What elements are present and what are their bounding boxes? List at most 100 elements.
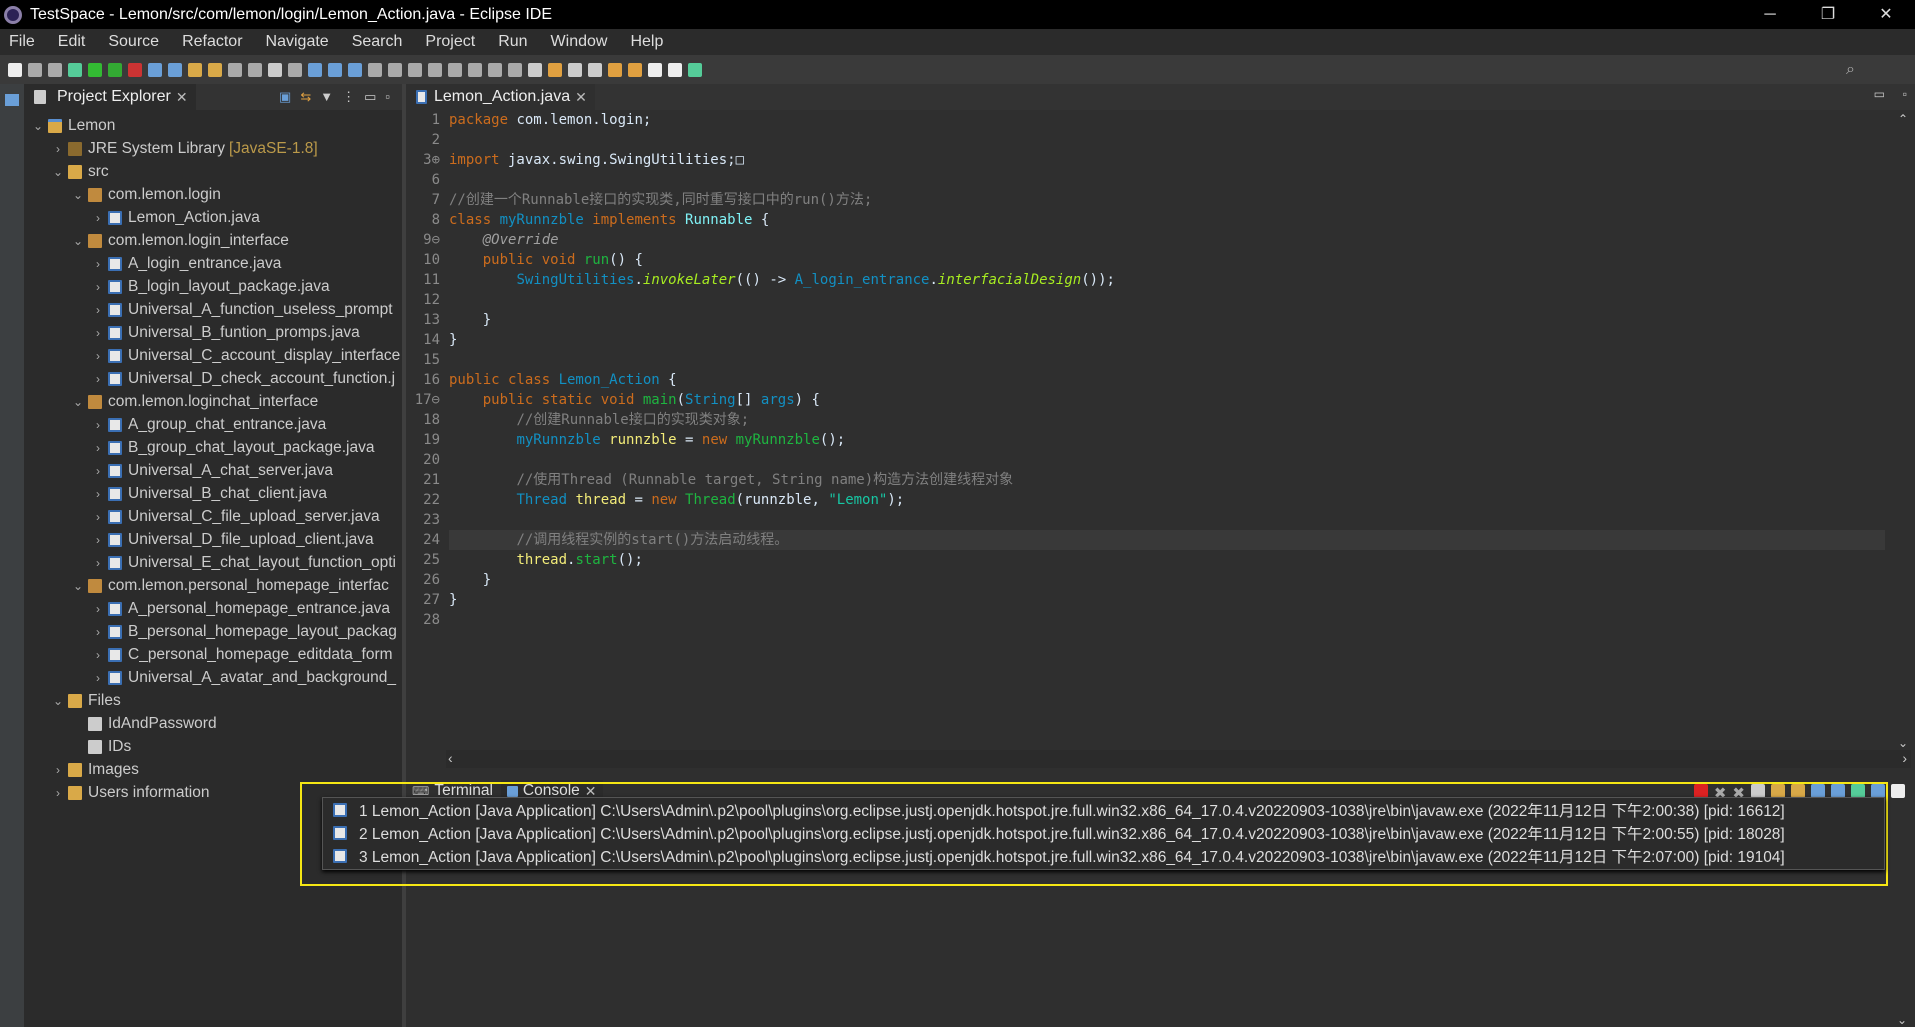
toolbar-button-icon[interactable] — [308, 62, 322, 77]
toolbar-button-icon[interactable] — [8, 62, 22, 77]
tree-item[interactable]: › Universal_A_avatar_and_background_ — [24, 666, 402, 689]
tree-item[interactable]: ⌄ com.lemon.loginchat_interface — [24, 390, 402, 413]
expand-chevron-icon[interactable]: › — [90, 648, 106, 662]
toolbar-button-icon[interactable] — [208, 62, 222, 77]
tree-item[interactable]: › Universal_C_file_upload_server.java — [24, 505, 402, 528]
toolbar-button-icon[interactable] — [568, 62, 582, 77]
minimize-view-icon[interactable]: ▭ — [364, 89, 376, 105]
restore-button[interactable]: ❐ — [1799, 0, 1857, 29]
tree-item[interactable]: ⌄ src — [24, 160, 402, 183]
expand-chevron-icon[interactable]: › — [90, 464, 106, 478]
toolbar-button-icon[interactable] — [188, 62, 202, 77]
expand-chevron-icon[interactable]: › — [90, 326, 106, 340]
toolbar-button-icon[interactable] — [688, 62, 702, 77]
tree-item[interactable]: › Universal_A_chat_server.java — [24, 459, 402, 482]
expand-chevron-icon[interactable]: › — [90, 556, 106, 570]
toolbar-button-icon[interactable] — [228, 62, 242, 77]
tree-item[interactable]: › B_login_layout_package.java — [24, 275, 402, 298]
expand-chevron-icon[interactable]: › — [90, 487, 106, 501]
tree-item[interactable]: › Universal_B_chat_client.java — [24, 482, 402, 505]
menu-window[interactable]: Window — [542, 33, 622, 51]
collapse-chevron-icon[interactable]: ⌄ — [70, 579, 86, 593]
expand-chevron-icon[interactable]: › — [90, 671, 106, 685]
tree-item[interactable]: › Images — [24, 758, 402, 781]
toolbar-button-icon[interactable] — [168, 62, 182, 77]
toolbar-button-icon[interactable] — [388, 62, 402, 77]
expand-chevron-icon[interactable]: › — [50, 763, 66, 777]
minimize-editor-icon[interactable]: ▭ — [1874, 87, 1885, 101]
open-console-icon[interactable] — [1891, 784, 1905, 798]
tree-item[interactable]: › A_login_entrance.java — [24, 252, 402, 275]
toolbar-button-icon[interactable] — [288, 62, 302, 77]
scroll-up-icon[interactable]: ⌃ — [1891, 112, 1915, 126]
toolbar-button-icon[interactable] — [88, 62, 102, 77]
toolbar-button-icon[interactable] — [588, 62, 602, 77]
tree-item[interactable]: › A_personal_homepage_entrance.java — [24, 597, 402, 620]
tree-item[interactable]: › Universal_D_file_upload_client.java — [24, 528, 402, 551]
scroll-right-icon[interactable]: › — [1902, 750, 1907, 766]
expand-chevron-icon[interactable]: › — [90, 257, 106, 271]
tree-item[interactable]: › Universal_E_chat_layout_function_opti — [24, 551, 402, 574]
expand-chevron-icon[interactable]: › — [90, 303, 106, 317]
scroll-down-icon[interactable]: ⌄ — [1891, 736, 1915, 750]
menu-run[interactable]: Run — [489, 33, 541, 51]
collapse-chevron-icon[interactable]: ⌄ — [70, 395, 86, 409]
expand-chevron-icon[interactable]: › — [90, 510, 106, 524]
tree-item[interactable]: ⌄ com.lemon.login — [24, 183, 402, 206]
menu-navigate[interactable]: Navigate — [257, 33, 343, 51]
toolbar-button-icon[interactable] — [468, 62, 482, 77]
launch-item[interactable]: 2 Lemon_Action [Java Application] C:\Use… — [323, 822, 1884, 844]
tree-item[interactable]: › B_group_chat_layout_package.java — [24, 436, 402, 459]
toolbar-button-icon[interactable] — [28, 62, 42, 77]
toolbar-button-icon[interactable] — [368, 62, 382, 77]
collapse-chevron-icon[interactable]: ⌄ — [50, 165, 66, 179]
expand-chevron-icon[interactable]: › — [90, 533, 106, 547]
maximize-view-icon[interactable]: ▫ — [385, 89, 390, 105]
toolbar-button-icon[interactable] — [348, 62, 362, 77]
tree-item[interactable]: › Universal_A_function_useless_prompt — [24, 298, 402, 321]
toolbar-button-icon[interactable] — [648, 62, 662, 77]
tree-item[interactable]: ⌄ com.lemon.personal_homepage_interfac — [24, 574, 402, 597]
launch-item[interactable]: 3 Lemon_Action [Java Application] C:\Use… — [323, 845, 1884, 867]
tree-item[interactable]: › C_personal_homepage_editdata_form — [24, 643, 402, 666]
expand-chevron-icon[interactable]: › — [50, 142, 66, 156]
expand-chevron-icon[interactable]: › — [90, 441, 106, 455]
tree-item[interactable]: › Universal_D_check_account_function.j — [24, 367, 402, 390]
collapse-chevron-icon[interactable]: ⌄ — [70, 188, 86, 202]
toolbar-button-icon[interactable] — [148, 62, 162, 77]
toolbar-button-icon[interactable] — [428, 62, 442, 77]
expand-chevron-icon[interactable]: › — [90, 349, 106, 363]
scroll-down-icon[interactable]: ⌄ — [1897, 1013, 1907, 1027]
expand-chevron-icon[interactable]: › — [90, 418, 106, 432]
toolbar-button-icon[interactable] — [668, 62, 682, 77]
menu-project[interactable]: Project — [416, 33, 489, 51]
tree-item[interactable]: IdAndPassword — [24, 712, 402, 735]
tree-item[interactable]: › A_group_chat_entrance.java — [24, 413, 402, 436]
collapse-all-icon[interactable]: ▣ — [279, 89, 291, 105]
tree-item[interactable]: IDs — [24, 735, 402, 758]
toolbar-button-icon[interactable] — [48, 62, 62, 77]
filter-icon[interactable]: ▼ — [320, 89, 333, 105]
maximize-editor-icon[interactable]: ▫ — [1903, 87, 1907, 101]
console-vertical-scrollbar[interactable]: ⌄ — [1891, 802, 1915, 1027]
tree-item[interactable]: › B_personal_homepage_layout_packag — [24, 620, 402, 643]
minimize-button[interactable]: ─ — [1741, 0, 1799, 29]
launch-item[interactable]: 1 Lemon_Action [Java Application] C:\Use… — [323, 799, 1884, 821]
search-icon[interactable]: ⌕ — [1846, 61, 1855, 79]
outline-icon[interactable] — [5, 94, 19, 106]
close-icon[interactable]: ✕ — [575, 89, 587, 106]
toolbar-button-icon[interactable] — [488, 62, 502, 77]
toolbar-button-icon[interactable] — [108, 62, 122, 77]
toolbar-button-icon[interactable] — [268, 62, 282, 77]
close-window-button[interactable]: ✕ — [1857, 0, 1915, 29]
view-menu-icon[interactable]: ⋮ — [342, 89, 355, 105]
toolbar-button-icon[interactable] — [68, 62, 82, 77]
menu-search[interactable]: Search — [343, 33, 417, 51]
close-icon[interactable]: ✕ — [176, 89, 188, 106]
toolbar-button-icon[interactable] — [408, 62, 422, 77]
expand-chevron-icon[interactable]: › — [50, 786, 66, 800]
menu-refactor[interactable]: Refactor — [173, 33, 256, 51]
tree-item[interactable]: ⌄ Lemon — [24, 114, 402, 137]
tab-lemon-action-java[interactable]: Lemon_Action.java ✕ — [406, 84, 595, 110]
menu-edit[interactable]: Edit — [49, 33, 100, 51]
